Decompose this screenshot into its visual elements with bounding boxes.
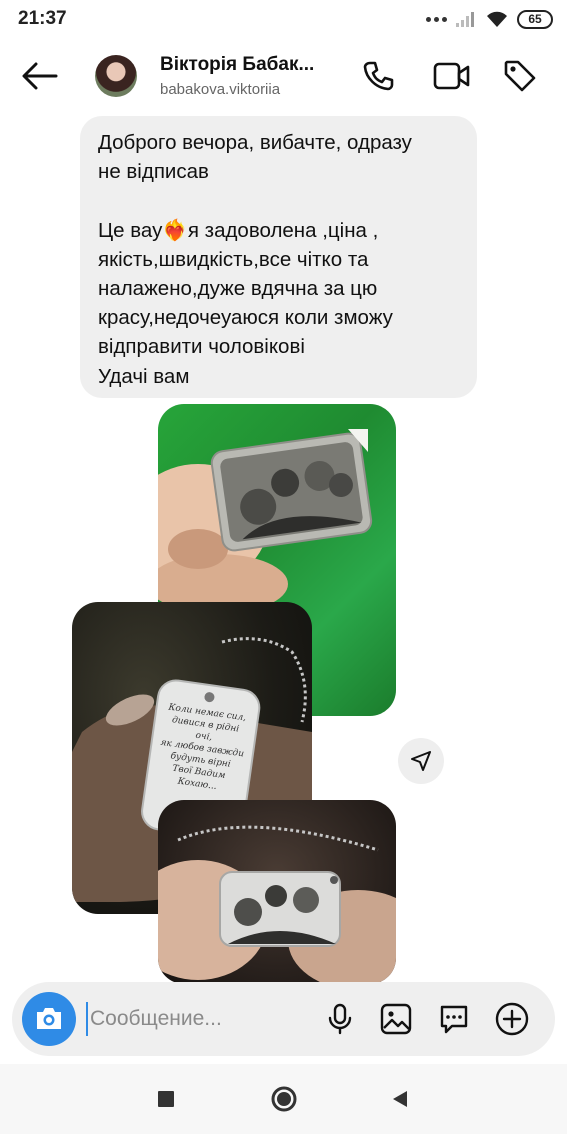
microphone-icon xyxy=(328,1003,352,1035)
chat-header: Вікторія Бабак... babakova.viktoriia xyxy=(0,36,567,116)
chat-sticker-icon xyxy=(440,1005,468,1034)
share-button[interactable] xyxy=(398,738,444,784)
gallery-icon xyxy=(380,1003,412,1035)
message-composer xyxy=(12,982,555,1056)
camera-button[interactable] xyxy=(22,992,76,1046)
back-button[interactable] xyxy=(18,56,62,96)
arrow-left-icon xyxy=(22,62,58,90)
recents-button[interactable] xyxy=(146,1084,186,1114)
status-bar: 21:37 65 xyxy=(0,0,567,36)
status-time: 21:37 xyxy=(18,8,67,29)
home-button[interactable] xyxy=(264,1084,304,1114)
tag-button[interactable] xyxy=(500,56,540,96)
contact-username[interactable]: babakova.viktoriia xyxy=(160,81,280,98)
video-call-icon xyxy=(433,62,470,90)
photo-message-3[interactable] xyxy=(158,800,396,984)
tag-icon xyxy=(504,60,536,92)
microphone-button[interactable] xyxy=(320,999,360,1039)
home-circle-icon xyxy=(271,1086,297,1112)
message-text: Доброго вечора, вибачте, одразу не відпи… xyxy=(98,131,412,388)
status-icons: 65 xyxy=(426,9,553,29)
system-navigation-bar xyxy=(0,1064,567,1134)
avatar[interactable] xyxy=(95,55,137,97)
phone-call-icon xyxy=(363,61,394,91)
direct-message-screen: 21:37 65 Вікторія Бабак... babakova.vikt… xyxy=(0,0,567,1134)
more-dots-icon xyxy=(426,16,447,22)
message-input[interactable] xyxy=(86,1002,306,1036)
add-icon xyxy=(495,1002,529,1036)
video-call-button[interactable] xyxy=(432,56,472,96)
sticker-button[interactable] xyxy=(434,999,474,1039)
add-button[interactable] xyxy=(492,999,532,1039)
received-message-bubble[interactable]: Доброго вечора, вибачте, одразу не відпи… xyxy=(80,116,477,398)
contact-name[interactable]: Вікторія Бабак... xyxy=(160,54,314,76)
camera-icon xyxy=(37,1008,61,1029)
gallery-button[interactable] xyxy=(376,999,416,1039)
back-triangle-icon xyxy=(393,1091,407,1107)
phone-call-button[interactable] xyxy=(358,56,398,96)
send-icon xyxy=(411,751,431,771)
recents-square-icon xyxy=(158,1091,174,1107)
battery-icon: 65 xyxy=(517,9,553,29)
engraved-family-dogtag-photo xyxy=(158,825,396,984)
signal-icon xyxy=(456,12,474,27)
wifi-icon xyxy=(487,11,507,27)
back-nav-button[interactable] xyxy=(380,1084,420,1114)
